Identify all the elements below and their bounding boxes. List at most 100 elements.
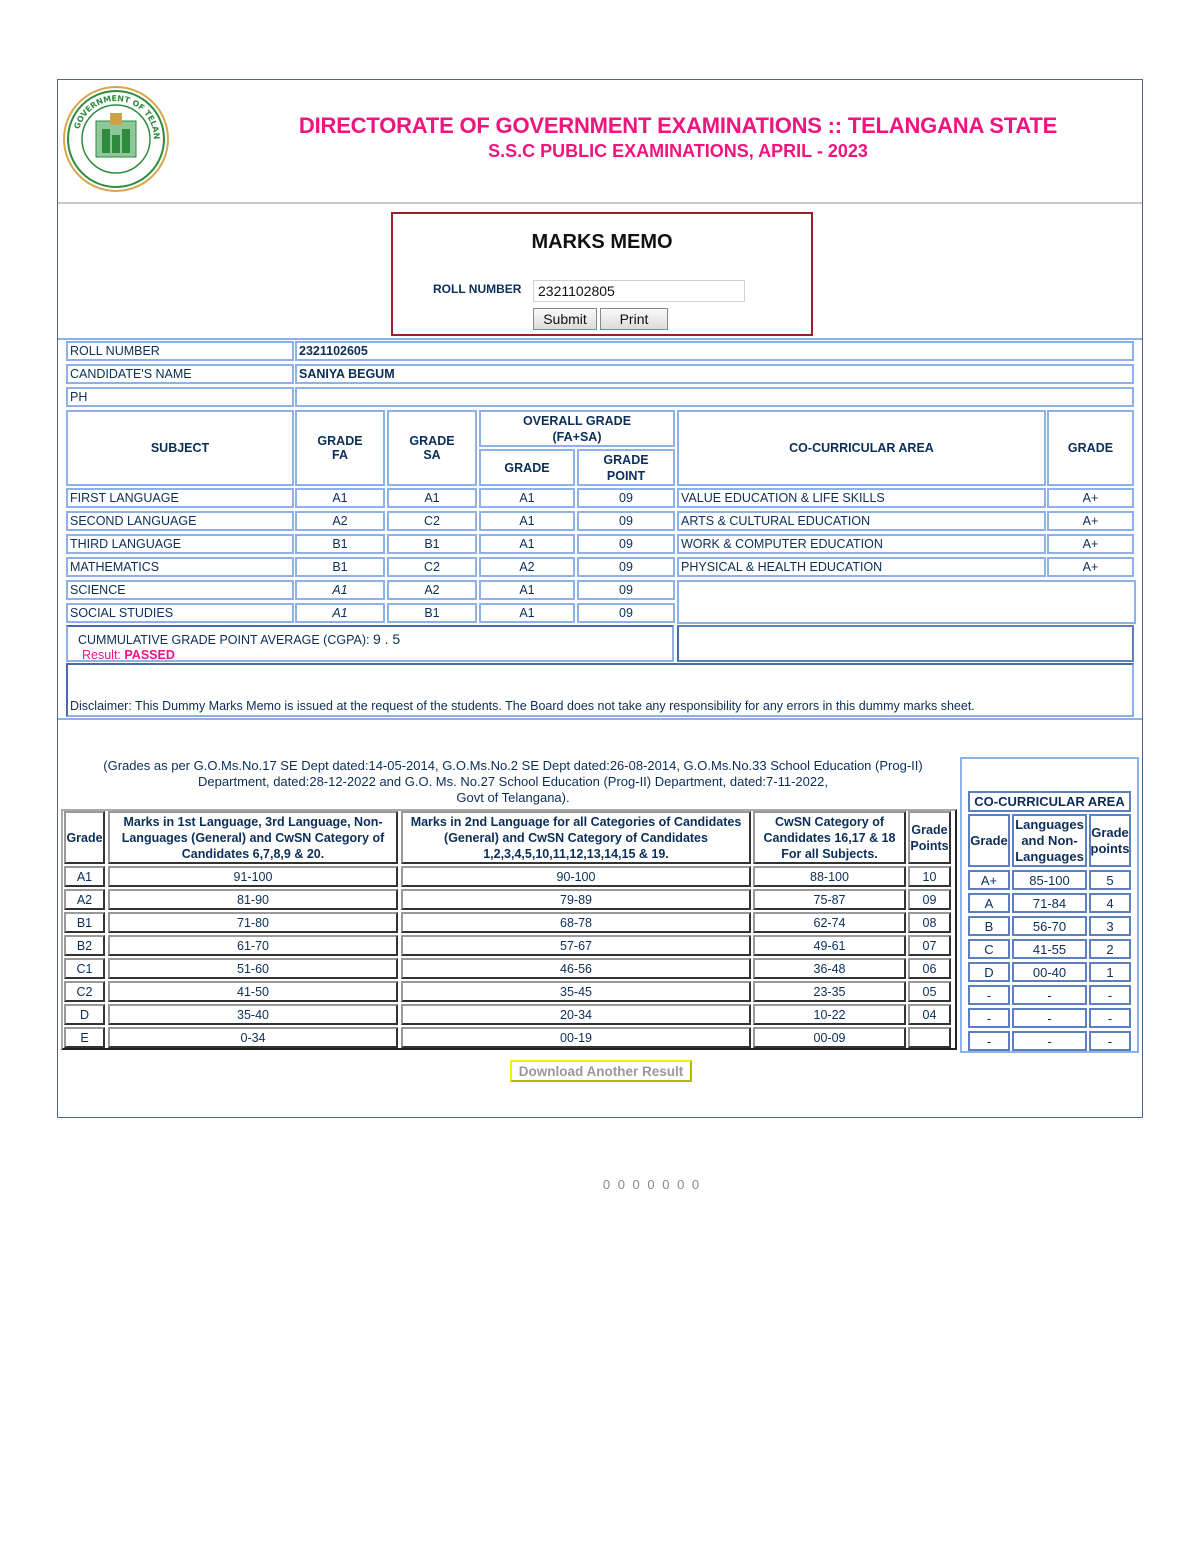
- grade-scale-header-cwsn: CwSN Category of Candidates 16,17 & 18 F…: [753, 811, 906, 864]
- subject-name: MATHEMATICS: [66, 557, 294, 577]
- grade-scale-first-language-range: 81-90: [108, 889, 398, 910]
- overall-grade: A1: [479, 580, 575, 600]
- ph-value: [295, 387, 1134, 407]
- grade-scale-cwsn-range: 23-35: [753, 981, 906, 1002]
- grade-scale-second-language-range: 00-19: [401, 1027, 751, 1048]
- co-curricular-header: CO-CURRICULAR AREA: [677, 410, 1046, 486]
- grade-sa: B1: [387, 534, 477, 554]
- marks-memo-form: MARKS MEMO ROLL NUMBER Submit Print: [391, 212, 813, 336]
- co-grade-header: GRADE: [1047, 410, 1134, 486]
- grade-scale-second-language-range: 79-89: [401, 889, 751, 910]
- co-scale-header-points: Grade points: [1089, 814, 1131, 867]
- grade-fa: A2: [295, 511, 385, 531]
- grade-sa-header: GRADE SA: [387, 410, 477, 486]
- overall-grade: A1: [479, 511, 575, 531]
- disclaimer-text: Disclaimer: This Dummy Marks Memo is iss…: [70, 699, 975, 713]
- co-scale-grade: -: [968, 1008, 1010, 1028]
- candidate-name-label: CANDIDATE'S NAME: [66, 364, 294, 384]
- directorate-title: DIRECTORATE OF GOVERNMENT EXAMINATIONS :…: [298, 113, 1058, 138]
- co-scale-grade: A+: [968, 870, 1010, 890]
- grade-scale-points: 04: [908, 1004, 951, 1025]
- overall-grade: A1: [479, 488, 575, 508]
- roll-number-input[interactable]: [533, 280, 745, 302]
- co-scale-range: 00-40: [1012, 962, 1087, 982]
- result-label: Result:: [82, 648, 121, 662]
- grade-scale-first-language-range: 41-50: [108, 981, 398, 1002]
- grade-scale-points: 10: [908, 866, 951, 887]
- grade-fa: B1: [295, 534, 385, 554]
- candidate-name-value: SANIYA BEGUM: [295, 364, 1134, 384]
- grade-scale-first-language-range: 0-34: [108, 1027, 398, 1048]
- cgpa-value: 9 . 5: [372, 631, 401, 647]
- submit-button[interactable]: Submit: [533, 308, 597, 330]
- grade-sa: B1: [387, 603, 477, 623]
- grade-scale-second-language-range: 35-45: [401, 981, 751, 1002]
- visitor-counter: 0 0 0 0 0 0 0: [602, 1177, 702, 1192]
- grade-scale-grade: B1: [64, 912, 105, 933]
- co-scale-range: 71-84: [1012, 893, 1087, 913]
- co-curricular-grade: A+: [1047, 534, 1134, 554]
- grade-scale-cwsn-range: 49-61: [753, 935, 906, 956]
- grade-scale-first-language-range: 51-60: [108, 958, 398, 979]
- grade-scale-cwsn-range: 10-22: [753, 1004, 906, 1025]
- roll-number-label: ROLL NUMBER: [433, 282, 522, 296]
- overall-grade-subheader: GRADE: [479, 449, 575, 486]
- cgpa-block: CUMMULATIVE GRADE POINT AVERAGE (CGPA): …: [66, 625, 674, 662]
- co-scale-grade: C: [968, 939, 1010, 959]
- grade-scale-grade: B2: [64, 935, 105, 956]
- co-curricular-area: WORK & COMPUTER EDUCATION: [677, 534, 1046, 554]
- co-curricular-grade: A+: [1047, 557, 1134, 577]
- roll-number-label-cell: ROLL NUMBER: [66, 341, 294, 361]
- telangana-emblem-icon: GOVERNMENT OF TELANGANA: [62, 85, 169, 192]
- co-curricular-grade: A+: [1047, 511, 1134, 531]
- memo-title: MARKS MEMO: [531, 231, 673, 253]
- co-scale-points: -: [1089, 985, 1131, 1005]
- co-scale-grade: B: [968, 916, 1010, 936]
- subject-name: SOCIAL STUDIES: [66, 603, 294, 623]
- grade-scale-grade: A2: [64, 889, 105, 910]
- grade-scale-header-grade: Grade: [64, 811, 105, 864]
- co-scale-range: 56-70: [1012, 916, 1087, 936]
- co-scale-points: -: [1089, 1008, 1131, 1028]
- co-scale-points: -: [1089, 1031, 1131, 1051]
- grade-point-subheader: GRADE POINT: [577, 449, 675, 486]
- grade-fa: A1: [295, 603, 385, 623]
- result-value: PASSED: [124, 648, 175, 662]
- grade-scale-first-language-range: 35-40: [108, 1004, 398, 1025]
- co-scale-grade: D: [968, 962, 1010, 982]
- grade-scale-points: 08: [908, 912, 951, 933]
- grades-note-line1: (Grades as per G.O.Ms.No.17 SE Dept date…: [103, 758, 923, 773]
- grade-scale-points: [908, 1027, 951, 1048]
- co-scale-range: -: [1012, 1008, 1087, 1028]
- co-scale-header-grade: Grade: [968, 814, 1010, 867]
- print-button[interactable]: Print: [600, 308, 668, 330]
- grade-fa: A1: [295, 488, 385, 508]
- roll-number-value: 2321102605: [295, 341, 1134, 361]
- co-scale-grade: A: [968, 893, 1010, 913]
- download-another-result-button[interactable]: Download Another Result: [510, 1060, 692, 1082]
- grade-scale-second-language-range: 68-78: [401, 912, 751, 933]
- header: GOVERNMENT OF TELANGANA DIRECTORATE OF G…: [58, 80, 1142, 204]
- co-curricular-area: PHYSICAL & HEALTH EDUCATION: [677, 557, 1046, 577]
- grade-point: 09: [577, 603, 675, 623]
- grade-point: 09: [577, 534, 675, 554]
- subject-name: THIRD LANGUAGE: [66, 534, 294, 554]
- grade-scale-cwsn-range: 62-74: [753, 912, 906, 933]
- grade-sa: C2: [387, 557, 477, 577]
- co-scale-title: CO-CURRICULAR AREA: [968, 791, 1131, 812]
- grade-scale-second-language-range: 46-56: [401, 958, 751, 979]
- overall-grade: A1: [479, 603, 575, 623]
- empty-co-cell: [677, 580, 1136, 624]
- co-scale-grade: -: [968, 1031, 1010, 1051]
- grade-fa-header: GRADE FA: [295, 410, 385, 486]
- grade-scale-grade: C1: [64, 958, 105, 979]
- grade-scale-points: 09: [908, 889, 951, 910]
- grades-note-line2: Department, dated:28-12-2022 and G.O. Ms…: [198, 774, 828, 789]
- grade-scale-first-language-range: 61-70: [108, 935, 398, 956]
- grade-scale-cwsn-range: 88-100: [753, 866, 906, 887]
- grades-note: (Grades as per G.O.Ms.No.17 SE Dept date…: [68, 758, 958, 806]
- grade-fa: A1: [295, 580, 385, 600]
- overall-grade-header: OVERALL GRADE (FA+SA): [479, 410, 675, 447]
- co-scale-points: 5: [1089, 870, 1131, 890]
- cgpa-line: CUMMULATIVE GRADE POINT AVERAGE (CGPA): …: [78, 631, 400, 647]
